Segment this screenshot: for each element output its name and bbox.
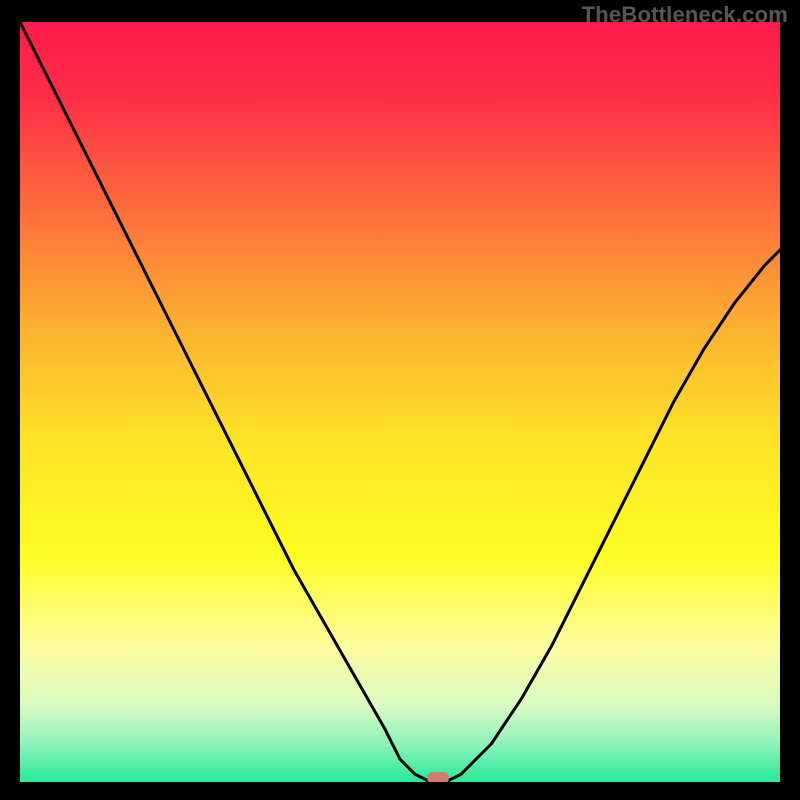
chart-frame: { "watermark": "TheBottleneck.com", "cha… (0, 0, 800, 800)
bottleneck-chart (20, 22, 780, 782)
gradient-background (20, 22, 780, 782)
optimal-point-marker (427, 772, 449, 782)
